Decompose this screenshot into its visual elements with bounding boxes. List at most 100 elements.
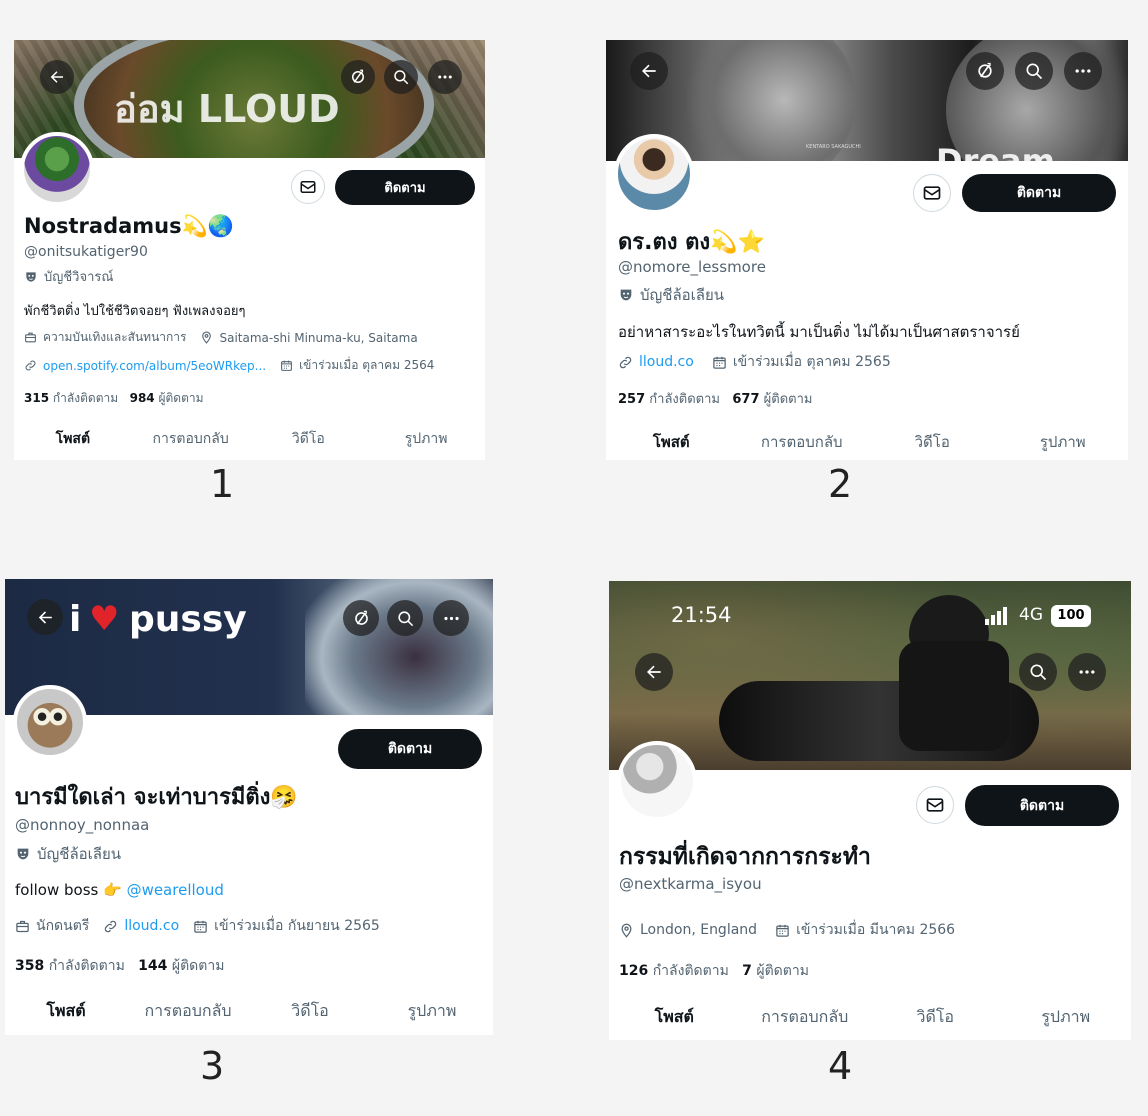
follow-button[interactable]: ติดตาม [962, 174, 1116, 212]
tab-replies[interactable]: การตอบกลับ [737, 430, 868, 454]
bio-mention-link[interactable]: @wearelloud [127, 881, 224, 899]
followers-count: 144 [138, 958, 168, 974]
account-label: บัญชีล้อเลียน [15, 842, 121, 866]
profile-meta-row: นักดนตรี lloud.co เข้าร่วมเมื่อ กันยายน … [15, 915, 380, 937]
tab-photos[interactable]: รูปภาพ [371, 999, 493, 1024]
more-button[interactable] [433, 600, 469, 636]
following-link[interactable]: 315 กำลังติดตาม [24, 391, 118, 405]
category-text: ความบันเทิงและสันทนาการ [43, 330, 187, 344]
profile-meta-row-2: open.spotify.com/album/5eoWRkep... เข้าร… [24, 356, 434, 375]
message-button[interactable] [913, 174, 951, 212]
profile-meta-row-1: ความบันเทิงและสันทนาการ Saitama-shi Minu… [24, 328, 418, 347]
follow-button[interactable]: ติดตาม [965, 785, 1119, 826]
notifications-button[interactable] [966, 52, 1004, 90]
more-button[interactable] [1068, 653, 1106, 691]
tab-photos[interactable]: รูปภาพ [367, 428, 485, 450]
profile-tabs: โพสต์ การตอบกลับ วิดีโอ รูปภาพ [14, 428, 485, 450]
username: @onitsukatiger90 [24, 244, 148, 260]
avatar[interactable] [617, 741, 697, 821]
briefcase-icon [24, 331, 37, 344]
followers-label: ผู้ติดตาม [171, 958, 225, 974]
briefcase-icon [15, 919, 30, 934]
tab-replies[interactable]: การตอบกลับ [127, 999, 249, 1024]
notifications-button[interactable] [343, 600, 379, 636]
followers-link[interactable]: 677 ผู้ติดตาม [732, 392, 812, 407]
battery-icon: 100 [1051, 605, 1091, 627]
calendar-icon [775, 923, 790, 938]
back-arrow-icon [36, 608, 55, 627]
tab-replies[interactable]: การตอบกลับ [740, 1005, 871, 1030]
tab-photos[interactable]: รูปภาพ [998, 430, 1129, 454]
profile-banner: KENTARO SAKAGUCHI Dream [606, 40, 1128, 161]
following-link[interactable]: 257 กำลังติดตาม [618, 392, 720, 407]
website-link[interactable]: open.spotify.com/album/5eoWRkep... [43, 359, 266, 373]
following-count: 315 [24, 391, 50, 405]
tab-videos[interactable]: วิดีโอ [870, 1005, 1001, 1030]
parody-mask-icon [24, 270, 38, 284]
message-button[interactable] [916, 786, 954, 824]
notifications-button[interactable] [341, 60, 375, 94]
followers-link[interactable]: 7 ผู้ติดตาม [742, 963, 809, 979]
following-count: 257 [618, 392, 646, 407]
display-name: บารมีใดเล่า จะเท่าบารมีติ่ง🤧 [15, 785, 298, 810]
tab-posts[interactable]: โพสต์ [606, 430, 737, 454]
profile-meta-row: London, England เข้าร่วมเมื่อ มีนาคม 256… [619, 919, 955, 941]
search-button[interactable] [384, 60, 418, 94]
tab-videos[interactable]: วิดีโอ [249, 999, 371, 1024]
profile-card-1: อ่อม LLOUD ติดตาม Nostradamus💫🌏 @onitsuk… [14, 40, 485, 460]
followers-count: 7 [742, 963, 752, 979]
avatar[interactable] [13, 685, 87, 759]
search-button[interactable] [1015, 52, 1053, 90]
message-button[interactable] [291, 170, 325, 204]
tab-posts[interactable]: โพสต์ [609, 1005, 740, 1030]
profile-tabs: โพสต์ การตอบกลับ วิดีโอ รูปภาพ [609, 1005, 1131, 1030]
search-button[interactable] [387, 600, 423, 636]
follow-counts: 257 กำลังติดตาม 677 ผู้ติดตาม [618, 388, 812, 409]
back-button[interactable] [40, 60, 74, 94]
followers-link[interactable]: 984 ผู้ติดตาม [130, 391, 204, 405]
username: @nonnoy_nonnaa [15, 816, 150, 834]
search-button[interactable] [1019, 653, 1057, 691]
followers-link[interactable]: 144 ผู้ติดตาม [138, 958, 224, 974]
status-time: 21:54 [671, 603, 732, 627]
more-icon [436, 68, 454, 86]
back-arrow-icon [644, 662, 664, 682]
banner-text-right: pussy [129, 599, 247, 640]
following-label: กำลังติดตาม [48, 958, 125, 974]
tab-videos[interactable]: วิดีโอ [867, 430, 998, 454]
tab-videos[interactable]: วิดีโอ [250, 428, 368, 450]
parody-mask-icon [15, 846, 31, 862]
more-button[interactable] [1064, 52, 1102, 90]
banner-small-text: KENTARO SAKAGUCHI [806, 144, 861, 150]
follow-counts: 315 กำลังติดตาม 984 ผู้ติดตาม [24, 389, 204, 408]
following-label: กำลังติดตาม [652, 963, 729, 979]
more-button[interactable] [428, 60, 462, 94]
following-count: 126 [619, 963, 649, 979]
back-button[interactable] [27, 599, 63, 635]
following-link[interactable]: 358 กำลังติดตาม [15, 958, 125, 974]
website-link[interactable]: lloud.co [639, 354, 694, 370]
back-arrow-icon [639, 61, 659, 81]
display-name: Nostradamus💫🌏 [24, 214, 234, 238]
card-number-4: 4 [828, 1044, 853, 1088]
followers-count: 677 [732, 392, 760, 407]
follow-button[interactable]: ติดตาม [338, 729, 482, 769]
follow-button[interactable]: ติดตาม [335, 170, 475, 205]
website-link[interactable]: lloud.co [124, 918, 179, 934]
following-link[interactable]: 126 กำลังติดตาม [619, 963, 729, 979]
tab-posts[interactable]: โพสต์ [5, 999, 127, 1024]
search-icon [396, 609, 415, 628]
tab-posts[interactable]: โพสต์ [14, 428, 132, 450]
account-label: บัญชีวิจารณ์ [24, 266, 113, 287]
no-notification-icon [349, 68, 367, 86]
tab-photos[interactable]: รูปภาพ [1001, 1005, 1132, 1030]
profile-card-2: KENTARO SAKAGUCHI Dream ติดตาม ดร.ตง ตง💫… [606, 40, 1128, 460]
avatar[interactable] [20, 132, 94, 206]
back-button[interactable] [635, 653, 673, 691]
avatar[interactable] [614, 134, 694, 214]
account-label-text: บัญชีล้อเลียน [37, 845, 122, 863]
tab-replies[interactable]: การตอบกลับ [132, 428, 250, 450]
bio-text: follow boss 👉 [15, 881, 122, 899]
back-button[interactable] [630, 52, 668, 90]
followers-label: ผู้ติดตาม [158, 391, 204, 405]
